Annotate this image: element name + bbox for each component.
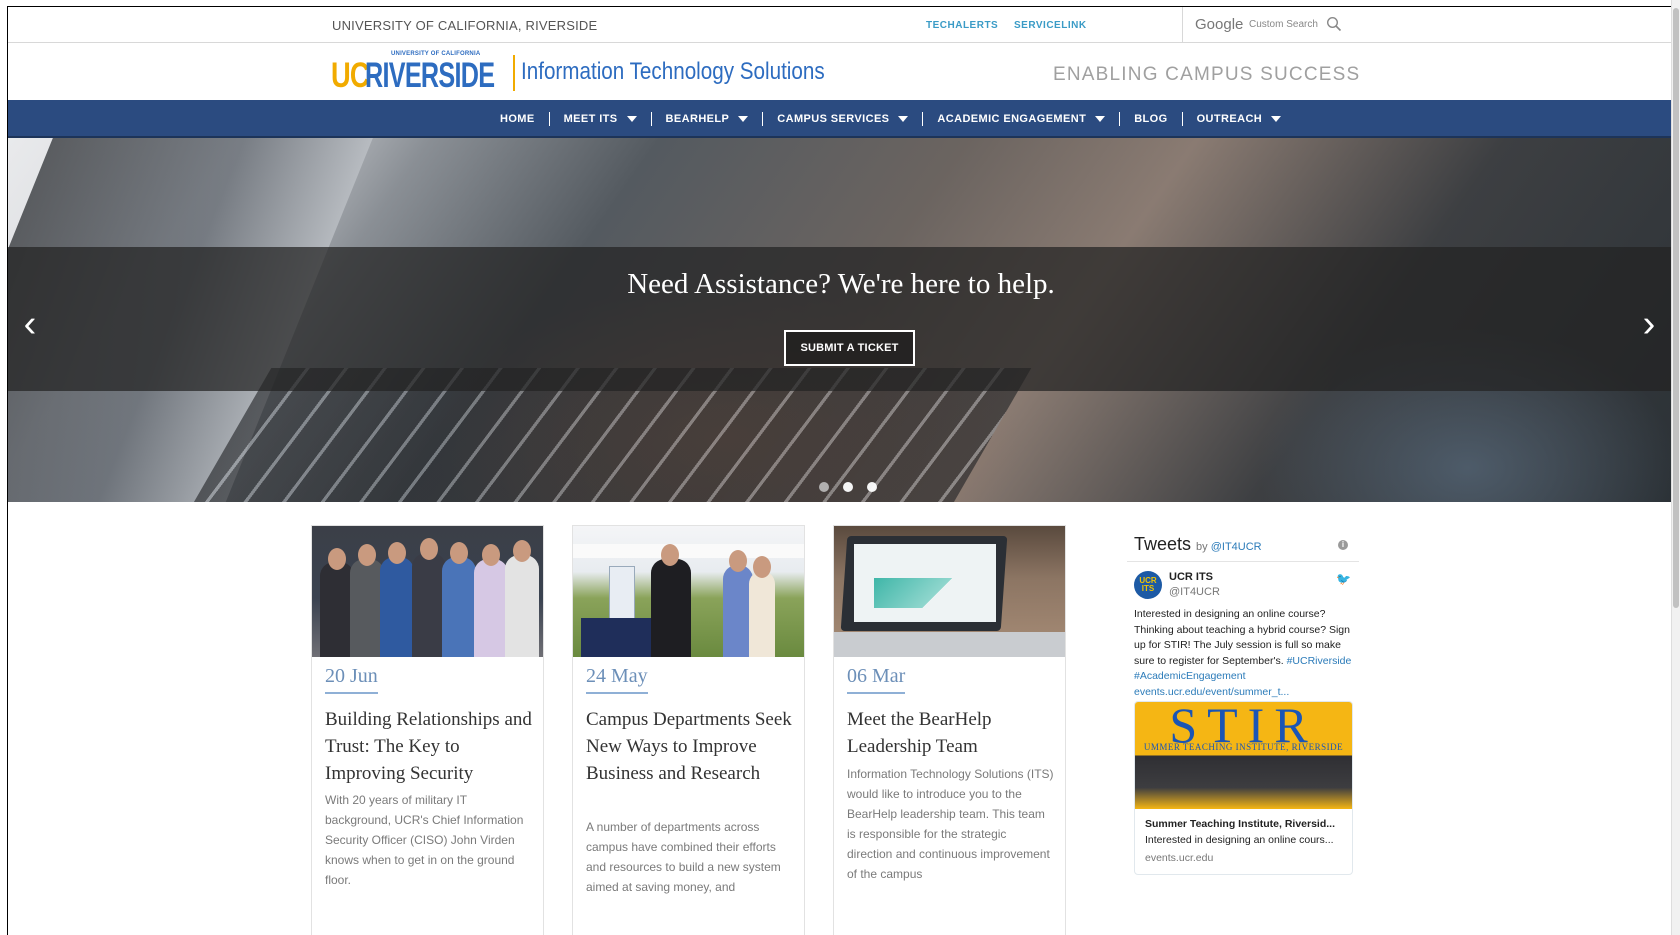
google-logo: Google bbox=[1195, 16, 1244, 33]
nav-home[interactable]: HOME bbox=[486, 112, 550, 126]
ucr-logo[interactable]: UC UNIVERSITY OF CALIFORNIA RIVERSIDE bbox=[331, 51, 515, 95]
hero-headline: Need Assistance? We're here to help. bbox=[627, 268, 1055, 300]
card-date: 24 May bbox=[586, 665, 648, 694]
caret-down-icon bbox=[898, 116, 909, 122]
tweet-card-image: STIR UMMER TEACHING INSTITUTE, RIVERSIDE bbox=[1135, 702, 1352, 809]
page-scrollbar[interactable] bbox=[1671, 0, 1680, 935]
main-nav: HOME MEET ITS BEARHELP CAMPUS SERVICES A… bbox=[8, 100, 1673, 138]
utility-bar: UNIVERSITY OF CALIFORNIA, RIVERSIDE TECH… bbox=[8, 7, 1673, 43]
nav-campus-services[interactable]: CAMPUS SERVICES bbox=[763, 112, 924, 126]
carousel-prev-icon[interactable]: ‹ bbox=[10, 304, 50, 344]
hashtag-link[interactable]: #UCRiverside bbox=[1287, 655, 1352, 667]
carousel-dot[interactable] bbox=[819, 482, 829, 492]
university-link[interactable]: UNIVERSITY OF CALIFORNIA, RIVERSIDE bbox=[332, 18, 597, 33]
caret-down-icon bbox=[1271, 116, 1282, 122]
nav-label: BLOG bbox=[1134, 113, 1168, 125]
card-excerpt: A number of departments across campus ha… bbox=[586, 820, 781, 894]
caret-down-icon bbox=[626, 116, 637, 122]
news-card[interactable]: 06 Mar Meet the BearHelp Leadership Team… bbox=[833, 525, 1066, 935]
search-input[interactable]: Custom Search bbox=[1249, 19, 1318, 30]
tweet-card-description: Interested in designing an online cours.… bbox=[1145, 834, 1334, 846]
logo-divider bbox=[513, 55, 515, 91]
card-excerpt: With 20 years of military IT background,… bbox=[325, 793, 524, 887]
card-excerpt: Information Technology Solutions (ITS) w… bbox=[847, 767, 1054, 881]
carousel-dot[interactable] bbox=[867, 482, 877, 492]
servicelink-link[interactable]: SERVICELINK bbox=[1014, 20, 1087, 31]
nav-academic-engagement[interactable]: ACADEMIC ENGAGEMENT bbox=[923, 112, 1121, 126]
hero-carousel: Need Assistance? We're here to help. SUB… bbox=[8, 138, 1673, 502]
tweet-card-title: Summer Teaching Institute, Riversid... bbox=[1145, 818, 1336, 830]
card-image[interactable] bbox=[573, 526, 804, 657]
carousel-dot[interactable] bbox=[843, 482, 853, 492]
card-title[interactable]: Campus Departments Seek New Ways to Impr… bbox=[586, 706, 796, 787]
nav-label: CAMPUS SERVICES bbox=[777, 113, 890, 125]
caret-down-icon bbox=[1095, 116, 1106, 122]
nav-blog[interactable]: BLOG bbox=[1120, 112, 1183, 126]
news-card[interactable]: 24 May Campus Departments Seek New Ways … bbox=[572, 525, 805, 935]
utility-divider bbox=[1182, 7, 1183, 43]
techalerts-link[interactable]: TECHALERTS bbox=[926, 20, 998, 31]
info-icon[interactable]: i bbox=[1338, 540, 1348, 550]
nav-label: ACADEMIC ENGAGEMENT bbox=[937, 113, 1087, 125]
nav-outreach[interactable]: OUTREACH bbox=[1183, 112, 1296, 126]
tweets-by: by bbox=[1196, 541, 1208, 553]
tweets-header: Tweets by @IT4UCR bbox=[1134, 534, 1262, 555]
nav-label: MEET ITS bbox=[563, 113, 618, 125]
tweets-title: Tweets bbox=[1134, 534, 1192, 554]
twitter-bird-icon[interactable]: 🐦 bbox=[1336, 572, 1351, 586]
tagline: ENABLING CAMPUS SUCCESS bbox=[1053, 64, 1361, 85]
tweet-author-name[interactable]: UCR ITS bbox=[1169, 571, 1213, 583]
nav-bearhelp[interactable]: BEARHELP bbox=[652, 112, 764, 126]
card-title[interactable]: Meet the BearHelp Leadership Team bbox=[847, 706, 1057, 760]
hashtag-link[interactable]: #AcademicEngagement bbox=[1134, 670, 1246, 682]
carousel-next-icon[interactable]: › bbox=[1629, 304, 1669, 344]
card-title[interactable]: Building Relationships and Trust: The Ke… bbox=[325, 706, 535, 787]
nav-label: OUTREACH bbox=[1196, 113, 1263, 125]
logo-uc-text: UC bbox=[331, 56, 370, 95]
nav-label: HOME bbox=[500, 113, 535, 125]
nav-meet-its[interactable]: MEET ITS bbox=[550, 112, 652, 126]
caret-down-icon bbox=[738, 116, 749, 122]
twitter-account-link[interactable]: @IT4UCR bbox=[1211, 541, 1262, 553]
tweet-link-card[interactable]: STIR UMMER TEACHING INSTITUTE, RIVERSIDE… bbox=[1134, 701, 1353, 875]
twitter-widget: Tweets by @IT4UCR i UCR ITS UCR ITS @IT4… bbox=[1127, 525, 1359, 935]
card-image[interactable] bbox=[834, 526, 1065, 657]
department-name[interactable]: Information Technology Solutions bbox=[521, 58, 825, 86]
scrollbar-thumb[interactable] bbox=[1673, 8, 1679, 608]
search-icon[interactable] bbox=[1326, 16, 1342, 32]
tweet-url-link[interactable]: events.ucr.edu/event/summer_t... bbox=[1134, 686, 1289, 698]
brand-header: UC UNIVERSITY OF CALIFORNIA RIVERSIDE In… bbox=[8, 44, 1673, 100]
card-image[interactable] bbox=[312, 526, 543, 657]
card-date: 06 Mar bbox=[847, 665, 906, 694]
divider bbox=[1127, 561, 1359, 562]
tweet-text: Interested in designing an online course… bbox=[1134, 607, 1352, 701]
news-card[interactable]: 20 Jun Building Relationships and Trust:… bbox=[311, 525, 544, 935]
tweet-card-url: events.ucr.edu bbox=[1145, 852, 1214, 864]
carousel-indicators bbox=[819, 482, 877, 492]
avatar[interactable]: UCR ITS bbox=[1134, 571, 1162, 599]
tweet-author-handle[interactable]: @IT4UCR bbox=[1169, 586, 1220, 598]
nav-label: BEARHELP bbox=[665, 113, 730, 125]
submit-ticket-button[interactable]: SUBMIT A TICKET bbox=[784, 330, 915, 366]
stir-logo-subtitle: UMMER TEACHING INSTITUTE, RIVERSIDE bbox=[1143, 742, 1344, 752]
card-date: 20 Jun bbox=[325, 665, 378, 694]
logo-riverside-text: RIVERSIDE bbox=[365, 56, 495, 95]
browser-viewport: UNIVERSITY OF CALIFORNIA, RIVERSIDE TECH… bbox=[7, 6, 1673, 935]
